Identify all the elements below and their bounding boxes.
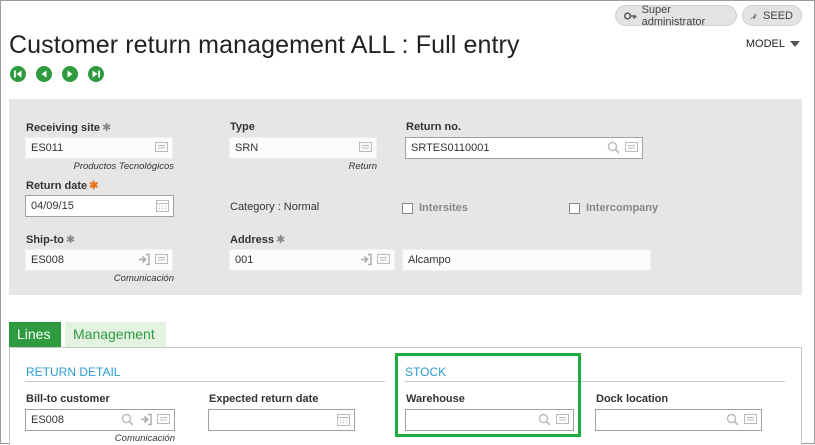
calendar-icon[interactable] <box>156 199 169 212</box>
chevron-down-icon <box>790 41 800 47</box>
intercompany-checkbox[interactable] <box>569 203 580 214</box>
bill-to-customer-label: Bill-to customer <box>26 393 110 405</box>
bill-to-customer-value: ES008 <box>31 414 65 426</box>
dock-location-field[interactable] <box>595 409 762 431</box>
next-record-button[interactable] <box>62 66 78 82</box>
detail-panel-icon[interactable] <box>155 141 168 153</box>
intersites-checkbox[interactable] <box>402 203 413 214</box>
ship-to-label: Ship-to ✱ <box>26 234 76 246</box>
entry-arrow-icon[interactable] <box>140 413 152 426</box>
return-no-label: Return no. <box>406 121 461 133</box>
address-value: 001 <box>235 254 254 266</box>
bill-to-customer-description: Comunicación <box>114 433 175 444</box>
return-detail-title: RETURN DETAIL <box>26 365 121 379</box>
divider <box>25 381 385 382</box>
detail-panel-icon[interactable] <box>377 253 390 265</box>
model-label: MODEL <box>745 38 785 50</box>
ship-to-description: Comunicación <box>113 273 174 284</box>
previous-record-button[interactable] <box>36 66 52 82</box>
receiving-site-value: ES011 <box>31 142 64 154</box>
folder-button[interactable]: SEED <box>742 5 802 26</box>
skip-first-icon <box>14 70 22 78</box>
search-icon[interactable] <box>726 413 739 426</box>
expected-return-date-label: Expected return date <box>209 393 319 405</box>
previous-icon <box>41 70 47 78</box>
detail-panel-icon[interactable] <box>744 413 757 425</box>
entry-arrow-icon[interactable] <box>360 253 372 266</box>
detail-panel-icon[interactable] <box>155 253 168 265</box>
plug-icon <box>751 13 757 19</box>
required-star-icon: ✱ <box>89 180 99 192</box>
next-icon <box>67 70 73 78</box>
calendar-icon[interactable] <box>337 413 350 426</box>
mandatory-star-icon: ✱ <box>101 122 112 134</box>
receiving-site-label: Receiving site ✱ <box>26 122 112 134</box>
detail-panel-icon[interactable] <box>157 413 170 425</box>
mandatory-star-icon: ✱ <box>65 234 76 246</box>
type-label: Type <box>230 121 255 133</box>
key-icon <box>624 11 637 20</box>
ship-to-field[interactable]: ES008 <box>25 249 173 271</box>
detail-panel-icon[interactable] <box>359 141 372 153</box>
dock-location-label: Dock location <box>596 393 669 405</box>
receiving-site-field[interactable]: ES011 <box>25 137 173 159</box>
type-description: Return <box>348 161 377 172</box>
tab-lines[interactable]: Lines <box>9 322 61 348</box>
search-icon[interactable] <box>607 141 620 154</box>
address-field[interactable]: 001 <box>229 249 395 271</box>
address-description-field: Alcampo <box>402 249 651 271</box>
detail-panel-icon[interactable] <box>625 141 638 153</box>
mandatory-star-icon: ✱ <box>276 234 286 246</box>
type-value: SRN <box>235 142 259 154</box>
highlight-box <box>395 353 581 437</box>
ship-to-value: ES008 <box>31 254 65 266</box>
intersites-label: Intersites <box>419 202 468 214</box>
first-record-button[interactable] <box>10 66 26 82</box>
model-menu[interactable]: MODEL <box>746 38 800 50</box>
category-label: Category : Normal <box>230 201 320 213</box>
skip-last-icon <box>92 70 100 78</box>
search-icon[interactable] <box>121 413 134 426</box>
address-label: Address ✱ <box>230 234 286 246</box>
bill-to-customer-field[interactable]: ES008 <box>25 409 175 431</box>
return-no-field[interactable]: SRTES0110001 <box>405 137 643 159</box>
return-date-label: Return date ✱ <box>26 180 99 192</box>
expected-return-date-field[interactable] <box>208 409 355 431</box>
last-record-button[interactable] <box>88 66 104 82</box>
tab-management[interactable]: Management <box>65 322 166 348</box>
address-description: Alcampo <box>408 254 451 266</box>
user-role-label: Super administrator <box>641 3 706 28</box>
receiving-site-description: Productos Tecnológicos <box>73 161 174 172</box>
type-field[interactable]: SRN <box>229 137 377 159</box>
user-role-button[interactable]: Super administrator <box>615 3 737 28</box>
intercompany-label: Intercompany <box>586 202 659 214</box>
return-no-value: SRTES0110001 <box>411 142 490 154</box>
return-date-field[interactable]: 04/09/15 <box>25 195 174 217</box>
return-date-value: 04/09/15 <box>31 200 74 212</box>
entry-arrow-icon[interactable] <box>138 253 150 266</box>
page-title: Customer return management ALL : Full en… <box>9 31 520 59</box>
folder-label: SEED <box>763 9 793 22</box>
